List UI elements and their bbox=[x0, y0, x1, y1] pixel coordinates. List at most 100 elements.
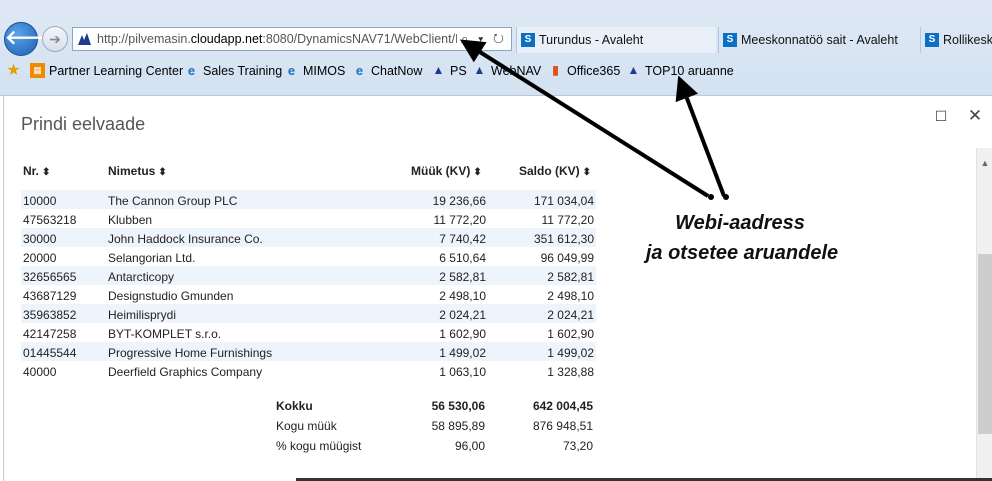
favorites-star[interactable]: ★ bbox=[6, 62, 25, 80]
cell-nr: 30000 bbox=[23, 232, 57, 246]
favorite-ps[interactable]: ▲ PS bbox=[431, 62, 467, 80]
total-balance: 876 948,51 bbox=[532, 419, 593, 433]
forward-button[interactable]: ➔ bbox=[42, 26, 68, 52]
address-suffix: :8080/DynamicsNAV71/WebClient/Bl bbox=[262, 32, 467, 46]
table-row[interactable]: 30000 John Haddock Insurance Co. 7 740,42 3… bbox=[21, 228, 596, 247]
tab-rollikeskus[interactable]: S Rollikesku bbox=[920, 27, 992, 53]
table-row[interactable]: 43687129 Designstudio Gmunden 2 498,10 2 49… bbox=[21, 285, 596, 304]
column-header-nr[interactable]: Nr. ⬍ bbox=[23, 164, 50, 178]
back-button[interactable]: 🡐 bbox=[4, 22, 59, 56]
print-preview-dialog: Prindi eelvaade ☐ ✕ Nr. ⬍ Nimetus ⬍ Müük (… bbox=[3, 96, 992, 481]
total-balance: 642 004,45 bbox=[532, 399, 593, 413]
total-label: % kogu müügist bbox=[276, 439, 362, 453]
dynamics-nav-icon bbox=[78, 33, 91, 45]
favorite-sales-training[interactable]: e Sales Training bbox=[184, 62, 282, 80]
sort-icon: ⬍ bbox=[158, 167, 167, 178]
ie-icon: e bbox=[355, 63, 364, 78]
favorite-partner-learning-center[interactable]: ▦ Partner Learning Center bbox=[30, 62, 183, 80]
favorites-bar: ★ ▦ Partner Learning Center e Sales Traini… bbox=[0, 58, 992, 84]
cell-balance: 2 024,21 bbox=[547, 308, 594, 322]
cell-balance: 11 772,20 bbox=[541, 213, 595, 227]
sharepoint-icon: S bbox=[521, 33, 535, 47]
report-table: 10000 The Cannon Group PLC 19 236,66 171 03… bbox=[21, 190, 596, 380]
annotation-line2: ja otsetee aruandele bbox=[645, 242, 839, 264]
browser-chrome: 🡐 ➔ http://pilvemasin.cloudapp.net:8080/… bbox=[0, 0, 992, 96]
tab-label: Turundus - Avaleht bbox=[539, 33, 644, 47]
cell-sales: 1 499,02 bbox=[439, 346, 486, 360]
cell-name: Progressive Home Furnishings bbox=[108, 346, 273, 360]
close-icon[interactable]: ✕ bbox=[967, 107, 983, 124]
cell-sales: 1 602,90 bbox=[439, 327, 486, 341]
cell-sales: 19 236,66 bbox=[432, 194, 486, 208]
sort-icon: ⬍ bbox=[42, 167, 51, 178]
cell-nr: 32656565 bbox=[23, 270, 77, 284]
cell-sales: 1 063,10 bbox=[439, 365, 486, 379]
address-prefix: http://pilvemasin. bbox=[97, 32, 191, 46]
column-header-balance[interactable]: Saldo (KV) ⬍ bbox=[519, 164, 591, 178]
cell-name: The Cannon Group PLC bbox=[108, 194, 238, 208]
table-row[interactable]: 20000 Selangorian Ltd. 6 510,64 96 049,99 bbox=[21, 247, 596, 266]
cell-balance: 96 049,99 bbox=[540, 251, 594, 265]
cell-balance: 351 612,30 bbox=[533, 232, 594, 246]
cell-nr: 01445544 bbox=[23, 346, 77, 360]
table-row[interactable]: 35963852 Heimilisprydi 2 024,21 2 024,21 bbox=[21, 304, 596, 323]
search-refresh-icons[interactable]: ⌕ ▾ ↻ bbox=[457, 28, 511, 50]
cell-sales: 2 582,81 bbox=[439, 270, 486, 284]
cell-name: Heimilisprydi bbox=[108, 308, 177, 322]
table-row[interactable]: 42147258 BYT-KOMPLET s.r.o. 1 602,90 1 602,… bbox=[21, 323, 596, 342]
table-row[interactable]: 10000 The Cannon Group PLC 19 236,66 171 03… bbox=[21, 190, 596, 209]
cell-sales: 2 498,10 bbox=[439, 289, 486, 303]
cell-sales: 7 740,42 bbox=[439, 232, 486, 246]
cell-name: Deerfield Graphics Company bbox=[108, 365, 263, 379]
nav-icon: ▲ bbox=[473, 63, 486, 77]
column-label: Müük (KV) bbox=[411, 164, 471, 178]
cell-nr: 35963852 bbox=[23, 308, 77, 322]
ie-icon: e bbox=[187, 63, 196, 78]
sort-icon: ⬍ bbox=[582, 167, 592, 178]
scroll-up-icon[interactable]: ▲ bbox=[977, 158, 992, 168]
total-sales: 58 895,89 bbox=[431, 419, 485, 433]
favorite-label: ChatNow bbox=[371, 64, 423, 78]
tab-turundus[interactable]: S Turundus - Avaleht bbox=[516, 27, 716, 53]
maximize-icon[interactable]: ☐ bbox=[933, 108, 949, 124]
table-row[interactable]: 47563218 Klubben 11 772,20 11 772,20 bbox=[21, 209, 596, 228]
office-icon: ▮ bbox=[552, 63, 559, 77]
favorite-label: PS bbox=[450, 64, 467, 78]
table-row[interactable]: 32656565 Antarcticopy 2 582,81 2 582,81 bbox=[21, 266, 596, 285]
sort-icon: ⬍ bbox=[473, 167, 482, 178]
cell-name: BYT-KOMPLET s.r.o. bbox=[108, 327, 222, 341]
favorite-label: WebNAV bbox=[491, 64, 542, 78]
annotation-line1: Webi-aadress bbox=[675, 212, 805, 234]
column-label: Saldo (KV) bbox=[519, 164, 580, 178]
table-row[interactable]: 40000 Deerfield Graphics Company 1 063,10 1… bbox=[21, 361, 596, 380]
ie-icon: e bbox=[287, 63, 296, 78]
column-header-name[interactable]: Nimetus ⬍ bbox=[108, 164, 167, 178]
favorite-chatnow[interactable]: e ChatNow bbox=[352, 62, 423, 80]
cell-balance: 2 498,10 bbox=[547, 289, 594, 303]
favorite-label: Partner Learning Center bbox=[49, 64, 184, 78]
favorite-top10-aruanne[interactable]: ▲ TOP10 aruanne bbox=[626, 62, 734, 80]
tab-label: Meeskonnatöö sait - Avaleht bbox=[741, 33, 898, 47]
nav-icon: ▲ bbox=[627, 63, 640, 77]
scroll-thumb[interactable] bbox=[978, 254, 992, 434]
address-bar[interactable]: http://pilvemasin.cloudapp.net:8080/Dyna… bbox=[72, 27, 512, 51]
favorite-label: MIMOS bbox=[303, 64, 346, 78]
vertical-scrollbar[interactable]: ▲ bbox=[976, 148, 992, 481]
total-label: Kogu müük bbox=[276, 419, 337, 433]
column-header-sales[interactable]: Müük (KV) ⬍ bbox=[411, 164, 482, 178]
cell-name: Antarcticopy bbox=[108, 270, 175, 284]
cell-sales: 2 024,21 bbox=[439, 308, 486, 322]
cell-nr: 40000 bbox=[23, 365, 57, 379]
table-row[interactable]: 01445544 Progressive Home Furnishings 1 49… bbox=[21, 342, 596, 361]
cell-name: Designstudio Gmunden bbox=[108, 289, 234, 303]
favorite-webnav[interactable]: ▲ WebNAV bbox=[472, 62, 542, 80]
cell-balance: 1 499,02 bbox=[547, 346, 594, 360]
favorites-star-icon: ★ bbox=[6, 62, 21, 79]
cell-nr: 47563218 bbox=[23, 213, 77, 227]
favorite-label: TOP10 aruanne bbox=[645, 64, 734, 78]
tab-meeskonnatoo[interactable]: S Meeskonnatöö sait - Avaleht bbox=[718, 27, 918, 53]
column-label: Nimetus bbox=[108, 164, 156, 178]
favorite-office365[interactable]: ▮ Office365 bbox=[548, 62, 620, 80]
address-host: cloudapp.net bbox=[190, 32, 263, 46]
favorite-mimos[interactable]: e MIMOS bbox=[284, 62, 345, 80]
